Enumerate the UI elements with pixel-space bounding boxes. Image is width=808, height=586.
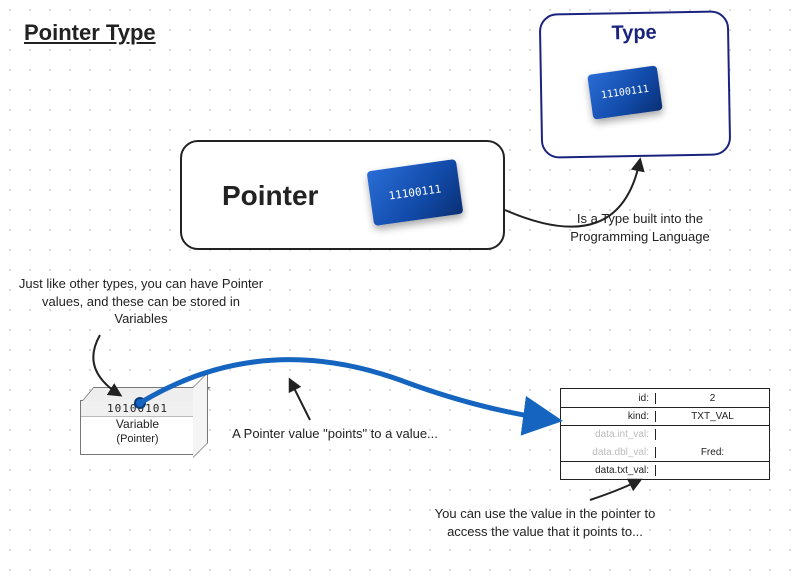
struct-key: id: xyxy=(561,393,656,404)
struct-key: data.txt_val: xyxy=(561,465,656,476)
struct-key: kind: xyxy=(561,411,656,422)
variable-subtitle: (Pointer) xyxy=(81,433,194,445)
variable-name: Variable xyxy=(81,417,194,431)
struct-val: TXT_VAL xyxy=(656,411,769,422)
struct-val: 2 xyxy=(656,393,769,404)
note-pointer-access: You can use the value in the pointer to … xyxy=(420,505,670,540)
binary-chip-icon: 11100111 xyxy=(587,65,663,119)
note-type-builtin: Is a Type built into the Programming Lan… xyxy=(540,210,740,245)
pointer-origin-dot xyxy=(134,397,146,409)
struct-table: id:2 kind:TXT_VAL data.int_val: data.dbl… xyxy=(560,388,770,480)
page-title: Pointer Type xyxy=(24,20,156,46)
struct-key: data.int_val: xyxy=(561,429,656,440)
type-label: Type xyxy=(541,20,727,46)
pointer-label: Pointer xyxy=(222,180,318,212)
note-points-to: A Pointer value "points" to a value... xyxy=(225,425,445,443)
struct-val: Fred: xyxy=(656,447,769,458)
struct-key: data.dbl_val: xyxy=(561,447,656,458)
note-variable-storage: Just like other types, you can have Poin… xyxy=(16,275,266,328)
